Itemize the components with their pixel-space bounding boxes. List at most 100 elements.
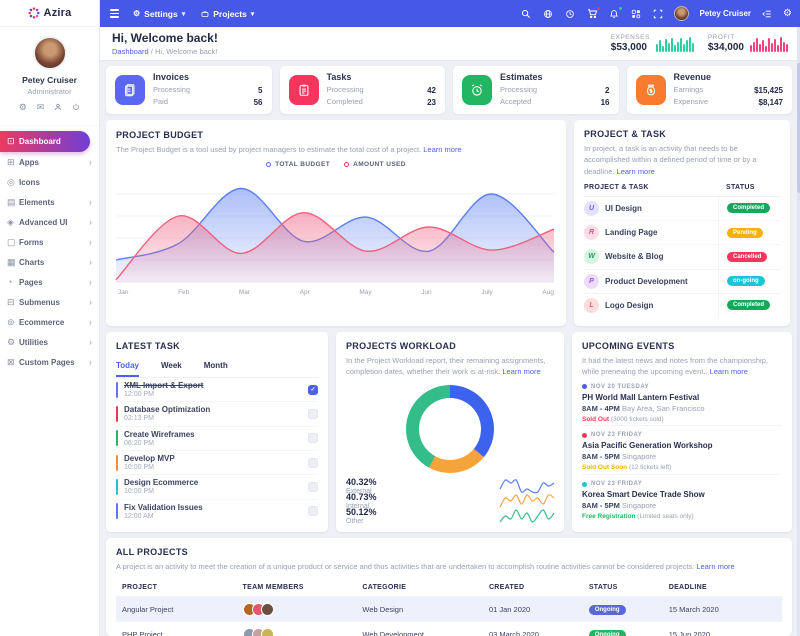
sidebar-item-charts[interactable]: ▦Charts› <box>0 252 99 272</box>
legend-amount-used[interactable]: AMOUNT USED <box>344 161 406 168</box>
stat-card-tasks[interactable]: Tasks Processing42 Completed23 <box>280 66 446 114</box>
tab-month[interactable]: Month <box>204 357 228 377</box>
apps-grid-icon[interactable] <box>630 8 642 20</box>
task-checkbox[interactable] <box>308 433 318 443</box>
stat-row-label: Accepted <box>500 97 531 109</box>
sidebar-item-label: Elements <box>19 198 55 207</box>
event-item[interactable]: NOV 23 FRIDAY Korea Smart Device Trade S… <box>582 475 782 523</box>
task-checkbox[interactable] <box>308 506 318 516</box>
mail-icon[interactable]: ✉ <box>37 103 45 113</box>
project-task-card: PROJECT & TASK In project, a task is an … <box>574 120 790 326</box>
money-bag-icon <box>636 75 666 105</box>
learn-more-link[interactable]: Learn more <box>502 367 540 376</box>
member-avatar <box>261 628 274 636</box>
history-icon[interactable] <box>564 8 576 20</box>
stat-card-invoices[interactable]: Invoices Processing5 Paid56 <box>106 66 272 114</box>
section-desc: It had the latest news and notes from th… <box>582 355 782 378</box>
welcome-band: Hi, Welcome back! Dashboard / Hi, Welcom… <box>100 27 800 61</box>
task-checkbox[interactable] <box>308 482 318 492</box>
event-time: 8AM - 4PM <box>582 404 620 413</box>
sidebar-item-custom-pages[interactable]: ⊠Custom Pages› <box>0 352 99 372</box>
x-tick: Feb <box>178 289 189 296</box>
learn-more-link[interactable]: Learn more <box>617 167 655 176</box>
nav-menu-settings[interactable]: ⚙Settings▾ <box>133 9 185 19</box>
status-badge: Ongoing <box>589 630 626 636</box>
notification-badge <box>618 6 623 11</box>
event-item[interactable]: NOV 23 FRIDAY Asia Pacific Generation Wo… <box>582 426 782 475</box>
desc-text: In project, a task is an activity that n… <box>584 144 757 176</box>
sidebar-menu: ⊡Dashboard› ⊞Apps› ◎Icons› ▤Elements› ◈A… <box>0 126 99 636</box>
globe-icon[interactable] <box>542 8 554 20</box>
stat-value: 40.73% <box>346 492 377 502</box>
upcoming-events-card: UPCOMING EVENTS It had the latest news a… <box>572 332 792 532</box>
brand-name: Azira <box>44 7 72 19</box>
column-header: PROJECT & TASK <box>584 184 718 191</box>
row-widgets: LATEST TASK Today Week Month XML Import … <box>106 332 792 532</box>
task-checkbox[interactable] <box>308 458 318 468</box>
sidebar-item-advanced-ui[interactable]: ◈Advanced UI› <box>0 212 99 232</box>
table-row[interactable]: Angular Project Web Design 01 Jan 2020 O… <box>116 597 782 622</box>
sidebar-item-icons[interactable]: ◎Icons› <box>0 172 99 192</box>
stat-title: Invoices <box>153 72 263 82</box>
event-dot <box>582 433 587 438</box>
nav-menu-projects[interactable]: Projects▾ <box>201 9 254 19</box>
stat-row-value: $15,425 <box>754 85 783 97</box>
stat-title: Estimates <box>500 72 610 82</box>
status-badge: Cancelled <box>727 252 767 262</box>
learn-more-link[interactable]: Learn more <box>423 145 461 154</box>
learn-more-link[interactable]: Learn more <box>710 367 748 376</box>
power-icon[interactable] <box>72 103 80 113</box>
stat-card-revenue[interactable]: Revenue Earnings$15,425 Expensive$8,147 <box>627 66 793 114</box>
table-row[interactable]: LLogo DesignCompleted <box>584 294 780 317</box>
caret-down-icon: ▾ <box>251 10 255 18</box>
sidebar-item-dashboard[interactable]: ⊡Dashboard› <box>0 131 90 152</box>
sidebar-item-forms[interactable]: ▢Forms› <box>0 232 99 252</box>
sidebar-item-submenus[interactable]: ⊟Submenus› <box>0 292 99 312</box>
user-icon[interactable] <box>54 103 62 113</box>
legend-total-budget[interactable]: TOTAL BUDGET <box>266 161 330 168</box>
table-row[interactable]: RLanding PagePending <box>584 221 780 245</box>
search-icon[interactable] <box>520 8 532 20</box>
learn-more-link[interactable]: Learn more <box>696 562 734 571</box>
table-row[interactable]: PProduct Developmenton-going <box>584 270 780 294</box>
kpi-profit: PROFIT$34,000 <box>708 34 788 53</box>
profile-avatar[interactable] <box>33 36 67 70</box>
task-name: Logo Design <box>605 301 653 310</box>
task-checkbox[interactable] <box>308 385 318 395</box>
tab-week[interactable]: Week <box>161 357 182 377</box>
user-avatar[interactable] <box>674 6 689 21</box>
alarm-clock-icon <box>462 75 492 105</box>
top-navbar: ⚙Settings▾ Projects▾ Petey Cruiser ⚙ <box>100 0 800 27</box>
bell-icon[interactable] <box>608 8 620 20</box>
sidebar-toggle-icon[interactable] <box>761 8 773 20</box>
clipboard-icon <box>289 75 319 105</box>
user-name[interactable]: Petey Cruiser <box>699 9 751 18</box>
event-dot <box>582 384 587 389</box>
column-header: CATEGORIE <box>362 584 489 591</box>
table-row[interactable]: UUI DesignCompleted <box>584 197 780 221</box>
workload-stat: 40.32%External <box>346 479 554 494</box>
stat-card-estimates[interactable]: Estimates Processing2 Accepted16 <box>453 66 619 114</box>
table-row[interactable]: PHP Project Web Development 03 March 202… <box>116 622 782 636</box>
table-row[interactable]: WWebsite & BlogCancelled <box>584 245 780 269</box>
breadcrumb-home[interactable]: Dashboard <box>112 47 149 56</box>
settings-gear-icon[interactable]: ⚙ <box>783 9 792 19</box>
sidebar-item-apps[interactable]: ⊞Apps› <box>0 152 99 172</box>
stat-row-value: 16 <box>601 97 610 109</box>
all-projects-card: ALL PROJECTS A project is an activity to… <box>106 538 792 636</box>
gear-icon[interactable]: ⚙ <box>19 103 27 113</box>
task-checkbox[interactable] <box>308 409 318 419</box>
tab-today[interactable]: Today <box>116 357 139 377</box>
brand[interactable]: Azira <box>0 0 99 27</box>
sidebar-item-elements[interactable]: ▤Elements› <box>0 192 99 212</box>
sidebar-item-ecommerce[interactable]: ⊚Ecommerce› <box>0 312 99 332</box>
hamburger-icon[interactable] <box>110 9 119 18</box>
sidebar-item-pages[interactable]: ◔Pages› <box>0 272 99 292</box>
breadcrumb-current: Hi, Welcome back! <box>155 47 217 56</box>
task-list: XML Import & Export12:00 PM Database Opt… <box>116 378 318 523</box>
sidebar-item-utilities[interactable]: ⚙Utilities› <box>0 332 99 352</box>
event-item[interactable]: NOV 20 TUESDAY PH World Mall Lantern Fes… <box>582 378 782 427</box>
legend-dot <box>344 162 349 167</box>
cart-icon[interactable] <box>586 8 598 20</box>
fullscreen-icon[interactable] <box>652 8 664 20</box>
